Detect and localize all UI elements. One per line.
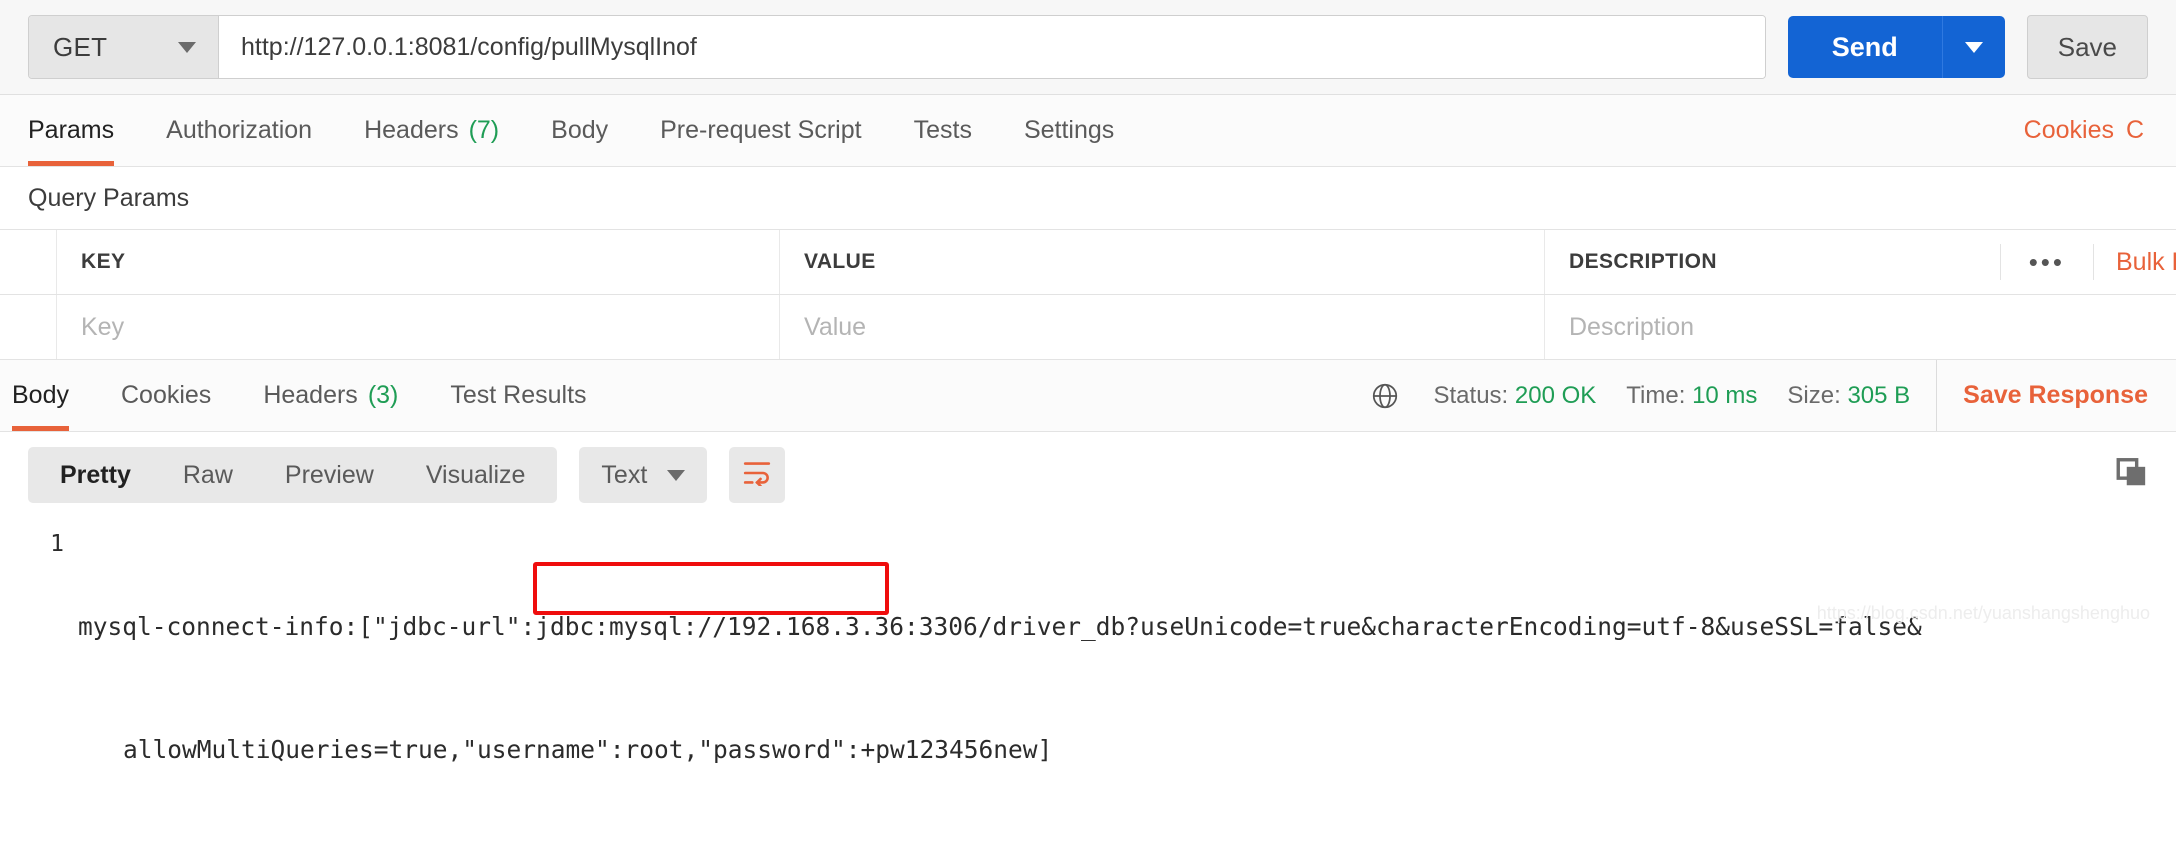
- tab-settings[interactable]: Settings: [998, 95, 1140, 166]
- chevron-down-icon: [667, 469, 686, 481]
- param-description-placeholder: Description: [1569, 312, 1695, 341]
- send-button[interactable]: Send: [1787, 16, 1942, 78]
- watermark-text: https://blog.csdn.net/yuanshangshenghuo: [1816, 603, 2150, 623]
- tab-label: Headers: [263, 381, 358, 409]
- table-row: Key Value Description: [0, 295, 2176, 360]
- column-label: DESCRIPTION: [1569, 250, 1717, 273]
- tab-label: Headers: [364, 116, 459, 144]
- cookies-link[interactable]: Cookies: [2024, 95, 2126, 166]
- http-method-dropdown[interactable]: GET: [29, 16, 219, 78]
- copy-to-clipboard-button[interactable]: [2114, 456, 2148, 495]
- format-label: Text: [601, 460, 648, 489]
- response-body-code: 1 mysql-connect-info:["jdbc-url":jdbc:my…: [0, 518, 2176, 852]
- chevron-down-icon: [178, 41, 196, 53]
- row-checkbox-cell: [0, 230, 57, 294]
- params-actions: ••• Bulk Edit: [1999, 230, 2176, 294]
- column-label: VALUE: [804, 250, 876, 273]
- param-key-placeholder: Key: [81, 312, 125, 341]
- column-header-key: KEY: [57, 230, 780, 294]
- send-options-button[interactable]: [1941, 16, 2005, 78]
- query-params-table: KEY VALUE DESCRIPTION ••• Bulk Edit Key …: [0, 229, 2176, 360]
- time-group: Time: 10 ms: [1626, 382, 1757, 410]
- view-option-visualize[interactable]: Visualize: [400, 447, 552, 503]
- format-dropdown[interactable]: Text: [579, 447, 708, 503]
- param-key-input[interactable]: Key: [57, 295, 780, 359]
- request-url-bar: GET http://127.0.0.1:8081/config/pullMys…: [0, 0, 2176, 95]
- response-tab-cookies[interactable]: Cookies: [95, 360, 237, 431]
- copy-icon: [2114, 456, 2148, 495]
- param-value-placeholder: Value: [804, 312, 867, 341]
- view-option-preview[interactable]: Preview: [259, 447, 400, 503]
- size-group: Size: 305 B: [1787, 382, 1910, 410]
- status-group: Status: 200 OK: [1434, 382, 1597, 410]
- tab-label: Test Results: [450, 381, 587, 409]
- time-label: Time:: [1626, 381, 1686, 409]
- tab-headers[interactable]: Headers (7): [338, 95, 525, 166]
- status-label: Status:: [1433, 381, 1509, 409]
- code-line-2: allowMultiQueries=true,"username":root,"…: [123, 735, 1053, 764]
- response-tab-test-results[interactable]: Test Results: [424, 360, 612, 431]
- response-tabs-bar: Body Cookies Headers (3) Test Results St…: [0, 360, 2176, 432]
- tab-label: Authorization: [166, 116, 313, 144]
- response-tabs: Body Cookies Headers (3) Test Results: [0, 360, 613, 431]
- response-tab-headers[interactable]: Headers (3): [237, 360, 424, 431]
- response-view-switcher: Pretty Raw Preview Visualize: [28, 447, 558, 503]
- chevron-down-icon: [1964, 41, 1983, 53]
- tab-label: Pre-request Script: [660, 116, 862, 144]
- view-option-raw[interactable]: Raw: [157, 447, 259, 503]
- column-header-description: DESCRIPTION ••• Bulk Edit: [1545, 230, 2176, 294]
- save-response-link[interactable]: Save Response: [1936, 360, 2148, 431]
- row-checkbox-cell[interactable]: [0, 295, 57, 359]
- time-value: 10 ms: [1692, 381, 1758, 409]
- tab-pre-request-script[interactable]: Pre-request Script: [634, 95, 887, 166]
- tab-label: Settings: [1023, 116, 1115, 144]
- query-params-title: Query Params: [0, 167, 2176, 229]
- line-number: 1: [50, 531, 64, 557]
- tab-label: Body: [551, 116, 609, 144]
- tab-count-badge: (3): [367, 381, 399, 409]
- param-description-input[interactable]: Description: [1545, 295, 2176, 359]
- code-link-truncated[interactable]: C: [2126, 95, 2148, 166]
- view-option-pretty[interactable]: Pretty: [34, 447, 157, 503]
- tab-label: Body: [12, 381, 69, 409]
- tab-params[interactable]: Params: [28, 95, 140, 166]
- response-meta: Status: 200 OK Time: 10 ms Size: 305 B: [1370, 360, 1937, 431]
- tab-label: Tests: [913, 116, 972, 144]
- response-tab-body[interactable]: Body: [12, 360, 95, 431]
- column-header-value: VALUE: [780, 230, 1545, 294]
- method-url-group: GET http://127.0.0.1:8081/config/pullMys…: [28, 15, 1766, 79]
- table-header-row: KEY VALUE DESCRIPTION ••• Bulk Edit: [0, 230, 2176, 295]
- column-label: KEY: [81, 250, 126, 273]
- bulk-edit-link[interactable]: Bulk Edit: [2093, 244, 2176, 280]
- more-options-button[interactable]: •••: [1999, 244, 2093, 280]
- http-method-label: GET: [53, 31, 108, 62]
- word-wrap-icon: [742, 460, 772, 491]
- request-tabs-bar: Params Authorization Headers (7) Body Pr…: [0, 95, 2176, 167]
- response-body-toolbar: Pretty Raw Preview Visualize Text: [0, 432, 2176, 518]
- word-wrap-button[interactable]: [729, 447, 786, 503]
- status-value: 200 OK: [1514, 381, 1597, 409]
- code-line: 1 mysql-connect-info:["jdbc-url":jdbc:my…: [0, 524, 2176, 852]
- tab-count-badge: (7): [468, 116, 500, 144]
- size-value: 305 B: [1847, 381, 1911, 409]
- tab-tests[interactable]: Tests: [888, 95, 998, 166]
- tab-label: Cookies: [120, 381, 212, 409]
- tab-authorization[interactable]: Authorization: [140, 95, 338, 166]
- url-input[interactable]: http://127.0.0.1:8081/config/pullMysqlIn…: [219, 16, 1765, 78]
- tab-body[interactable]: Body: [525, 95, 634, 166]
- code-content[interactable]: mysql-connect-info:["jdbc-url":jdbc:mysq…: [78, 524, 2176, 852]
- ellipsis-icon: •••: [2028, 247, 2065, 277]
- tab-label: Params: [28, 116, 115, 144]
- size-label: Size:: [1787, 381, 1841, 409]
- send-button-group: Send: [1787, 16, 2005, 78]
- save-request-button[interactable]: Save: [2026, 15, 2148, 79]
- param-value-input[interactable]: Value: [780, 295, 1545, 359]
- globe-icon: [1370, 381, 1400, 411]
